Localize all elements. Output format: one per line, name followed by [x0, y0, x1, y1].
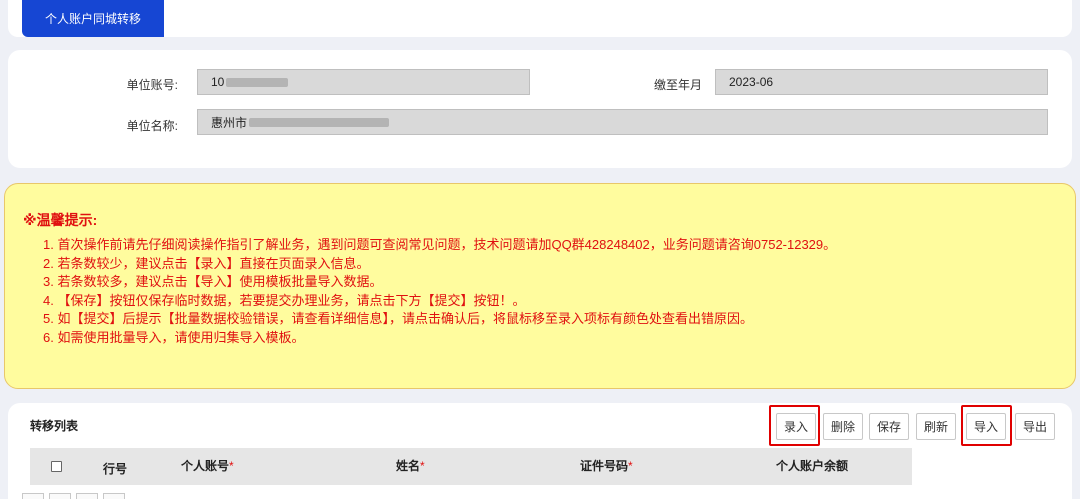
redacted-block [249, 117, 390, 127]
col-balance: 个人账户余额 [776, 459, 849, 473]
pay-until-label: 缴至年月 [653, 78, 702, 92]
required-mark: * [229, 459, 234, 473]
tip-item: 1. 首次操作前请先仔细阅读操作指引了解业务，遇到问题可查阅常见问题，技术问题请… [43, 237, 837, 252]
pager-button[interactable] [103, 493, 125, 499]
unit-account-field: 10 [197, 69, 530, 95]
enter-button[interactable]: 录入 [776, 413, 816, 440]
pager-button[interactable] [49, 493, 71, 499]
tip-item: 4. 【保存】按钮仅保存临时数据，若要提交办理业务，请点击下方【提交】按钮！。 [43, 292, 526, 308]
select-all-checkbox[interactable] [51, 461, 62, 472]
unit-name-label: 单位名称: [126, 119, 178, 133]
col-id-number: 证件号码* [580, 459, 633, 473]
import-button[interactable]: 导入 [966, 413, 1006, 440]
tips-title: ※温馨提示: [23, 212, 98, 228]
delete-button[interactable]: 删除 [823, 413, 863, 440]
warm-tips-box: ※温馨提示: 1. 首次操作前请先仔细阅读操作指引了解业务，遇到问题可查阅常见问… [4, 183, 1076, 389]
pay-until-field: 2023-06 [715, 69, 1048, 95]
save-button[interactable]: 保存 [869, 413, 909, 440]
transfer-list-panel: 转移列表 录入 删除 保存 刷新 导入 导出 行号 个人账号* 姓名* 证件号码… [8, 403, 1072, 499]
unit-account-label: 单位账号: [126, 78, 178, 92]
export-button[interactable]: 导出 [1015, 413, 1055, 440]
unit-info-panel: 单位账号: 10 缴至年月 2023-06 单位名称: 惠州市 [8, 50, 1072, 168]
col-personal-account: 个人账号* [181, 459, 234, 473]
tab-personal-account-transfer[interactable]: 个人账户同城转移 [22, 0, 164, 37]
col-row-no: 行号 [103, 462, 128, 476]
col-name: 姓名* [396, 459, 425, 473]
refresh-button[interactable]: 刷新 [916, 413, 956, 440]
list-title: 转移列表 [30, 419, 79, 433]
unit-account-value: 10 [211, 75, 225, 89]
tab-bar: 个人账户同城转移 [8, 0, 1072, 37]
unit-name-field: 惠州市 [197, 109, 1048, 135]
tip-item: 5. 如【提交】后提示【批量数据校验错误，请查看详细信息】，请点击确认后，将鼠标… [43, 311, 753, 327]
unit-name-value: 惠州市 [211, 115, 248, 130]
tips-list: 1. 首次操作前请先仔细阅读操作指引了解业务，遇到问题可查阅常见问题，技术问题请… [43, 236, 836, 348]
tip-item: 3. 若条数较多，建议点击【导入】使用模板批量导入数据。 [43, 274, 383, 290]
redacted-block [226, 77, 289, 87]
pager-button[interactable] [22, 493, 44, 499]
required-mark: * [628, 459, 633, 473]
tip-item: 6. 如需使用批量导入，请使用归集导入模板。 [43, 329, 305, 345]
tip-item: 2. 若条数较少，建议点击【录入】直接在页面录入信息。 [43, 255, 370, 271]
pager-button[interactable] [76, 493, 98, 499]
table-header: 行号 个人账号* 姓名* 证件号码* 个人账户余额 [30, 448, 912, 485]
required-mark: * [420, 459, 425, 473]
